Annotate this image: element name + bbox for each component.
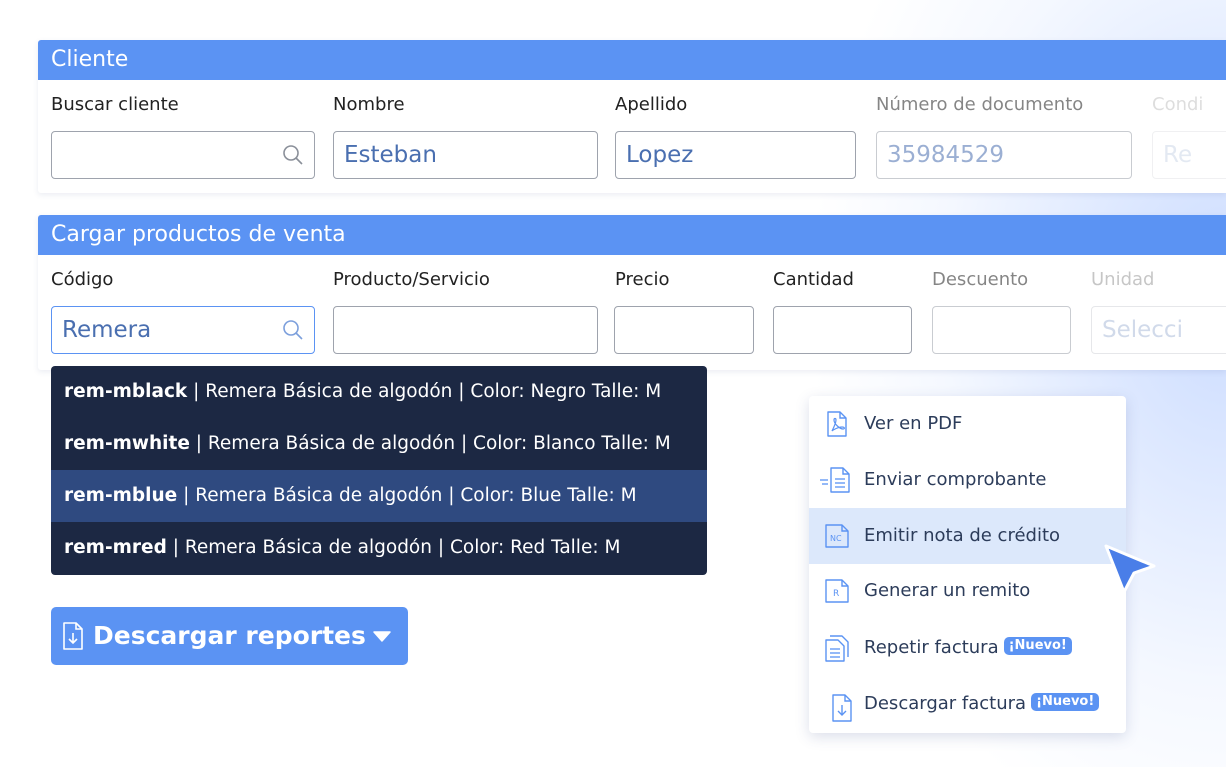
cliente-panel: Cliente Buscar cliente Nombre Esteban Ap… <box>38 40 1226 193</box>
numero-documento-input[interactable]: 35984529 <box>876 131 1132 179</box>
buscar-cliente-input[interactable] <box>51 131 315 179</box>
cantidad-input[interactable] <box>773 306 912 354</box>
descargar-reportes-button[interactable]: Descargar reportes <box>51 607 408 665</box>
descargar-reportes-label: Descargar reportes <box>93 621 366 650</box>
producto-servicio-input[interactable] <box>333 306 598 354</box>
download-file-icon <box>63 622 83 650</box>
suggestion-description: | Remera Básica de algodón | Color: Blue… <box>177 485 637 506</box>
pdf-icon <box>827 411 847 437</box>
menu-item-emitir-nota-credito[interactable]: NC Emitir nota de crédito <box>809 508 1126 564</box>
delivery-note-icon: R <box>825 579 849 603</box>
search-icon[interactable] <box>282 319 304 341</box>
suggestion-item[interactable]: rem-mwhite | Remera Básica de algodón | … <box>51 418 707 470</box>
menu-item-text: Descargar factura <box>864 693 1027 714</box>
svg-text:NC: NC <box>830 534 842 543</box>
descuento-input[interactable] <box>932 306 1071 354</box>
menu-item-repetir-factura[interactable]: Repetir factura ¡Nuevo! <box>809 620 1126 676</box>
menu-item-text: Repetir factura <box>864 637 999 658</box>
search-icon[interactable] <box>282 144 304 166</box>
unidad-select[interactable]: Selecci <box>1091 306 1226 354</box>
nombre-input[interactable]: Esteban <box>333 131 598 179</box>
nombre-label: Nombre <box>333 94 405 115</box>
menu-item-label: Descargar factura ¡Nuevo! <box>864 676 1100 732</box>
condicion-select[interactable]: Re <box>1152 131 1226 179</box>
suggestion-item[interactable]: rem-mblack | Remera Básica de algodón | … <box>51 366 707 418</box>
nuevo-badge: ¡Nuevo! <box>1031 693 1100 711</box>
menu-item-label: Generar un remito <box>864 580 1031 601</box>
cantidad-label: Cantidad <box>773 269 854 290</box>
suggestion-code: rem-mblue <box>64 485 178 506</box>
menu-item-label: Emitir nota de crédito <box>864 525 1061 546</box>
send-document-icon <box>820 467 850 493</box>
numero-documento-label: Número de documento <box>876 94 1084 115</box>
condicion-label: Condi <box>1152 94 1204 115</box>
download-invoice-icon <box>832 694 852 722</box>
productos-header: Cargar productos de venta <box>38 215 1226 255</box>
cliente-header: Cliente <box>38 40 1226 80</box>
suggestion-item[interactable]: rem-mred | Remera Básica de algodón | Co… <box>51 522 707 574</box>
precio-label: Precio <box>615 269 670 290</box>
buscar-cliente-label: Buscar cliente <box>51 94 179 115</box>
credit-note-icon: NC <box>825 524 849 548</box>
suggestion-code: rem-mblack <box>64 381 188 402</box>
nuevo-badge: ¡Nuevo! <box>1003 637 1072 655</box>
precio-input[interactable] <box>614 306 754 354</box>
producto-servicio-label: Producto/Servicio <box>333 269 490 290</box>
suggestion-code: rem-mred <box>64 537 167 558</box>
menu-item-label: Ver en PDF <box>864 413 963 434</box>
apellido-label: Apellido <box>615 94 688 115</box>
invoice-actions-menu: Ver en PDF Enviar comprobante NC Emitir … <box>809 396 1126 733</box>
mouse-cursor-icon <box>1104 544 1156 594</box>
codigo-label: Código <box>51 269 114 290</box>
suggestion-description: | Remera Básica de algodón | Color: Blan… <box>189 433 671 454</box>
suggestion-code: rem-mwhite <box>64 433 190 454</box>
unidad-label: Unidad <box>1091 269 1155 290</box>
productos-panel: Cargar productos de venta Código Remera … <box>38 215 1226 370</box>
apellido-input[interactable]: Lopez <box>615 131 856 179</box>
repeat-invoice-icon <box>825 635 849 662</box>
menu-item-label: Repetir factura ¡Nuevo! <box>864 620 1072 676</box>
menu-item-generar-remito[interactable]: R Generar un remito <box>809 563 1126 619</box>
descuento-label: Descuento <box>932 269 1029 290</box>
svg-text:R: R <box>833 589 839 599</box>
menu-item-ver-pdf[interactable]: Ver en PDF <box>809 396 1126 452</box>
menu-item-enviar-comprobante[interactable]: Enviar comprobante <box>809 452 1126 508</box>
caret-down-icon <box>373 631 391 642</box>
menu-item-label: Enviar comprobante <box>864 469 1047 490</box>
product-suggestions-dropdown: rem-mblack | Remera Básica de algodón | … <box>51 366 707 575</box>
codigo-input[interactable]: Remera <box>51 306 315 354</box>
suggestion-item-highlighted[interactable]: rem-mblue | Remera Básica de algodón | C… <box>51 470 707 522</box>
suggestion-description: | Remera Básica de algodón | Color: Red … <box>166 537 621 558</box>
codigo-value: Remera <box>62 317 152 343</box>
suggestion-description: | Remera Básica de algodón | Color: Negr… <box>187 381 662 402</box>
menu-item-descargar-factura[interactable]: Descargar factura ¡Nuevo! <box>809 676 1126 732</box>
